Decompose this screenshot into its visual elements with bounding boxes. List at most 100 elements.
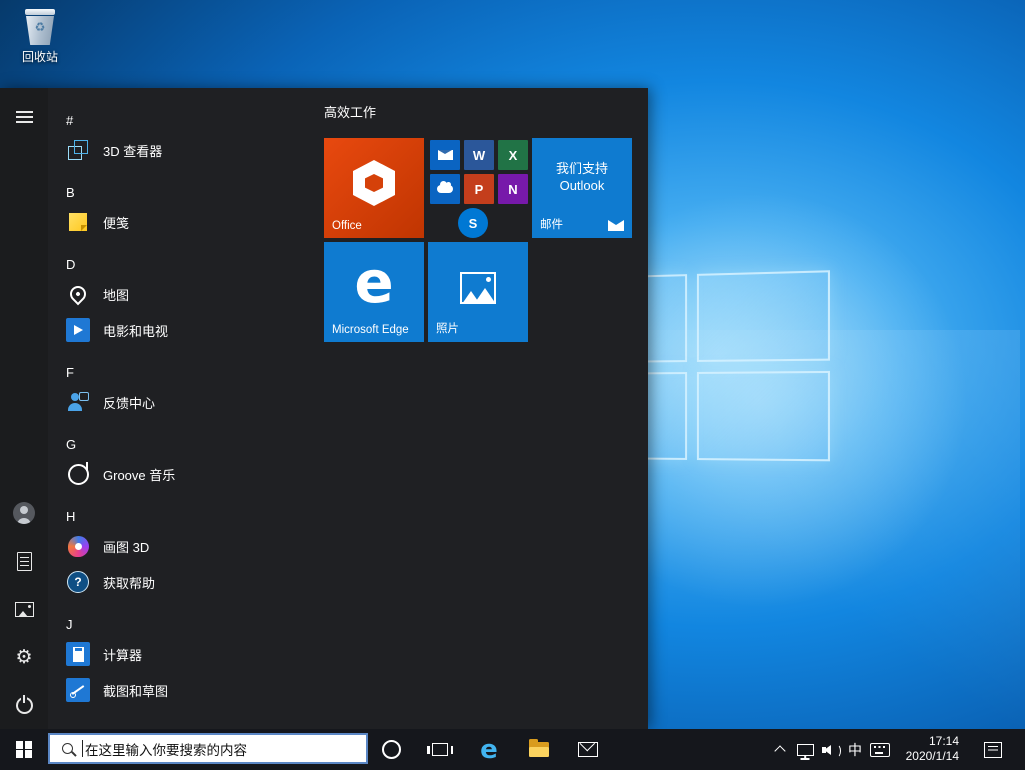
network-status-button[interactable] xyxy=(792,729,818,770)
hamburger-icon xyxy=(16,108,33,126)
app-item-label: 获取帮助 xyxy=(103,573,155,592)
skype-small-tile[interactable]: S xyxy=(458,208,488,238)
task-view-button[interactable] xyxy=(417,729,463,770)
app-item-3d-viewer[interactable]: 3D 查看器 xyxy=(64,132,310,168)
documents-button[interactable] xyxy=(0,537,48,585)
mail-small-tile[interactable] xyxy=(430,140,460,170)
app-section-d[interactable]: D xyxy=(66,252,296,276)
tile-label: 照片 xyxy=(436,320,459,336)
user-avatar-icon xyxy=(13,502,35,524)
mail-icon xyxy=(438,150,453,160)
microsoft-edge-tile[interactable]: e Microsoft Edge xyxy=(324,242,424,342)
section-letter: # xyxy=(66,113,73,128)
pictures-icon xyxy=(15,602,34,617)
outlook-tile-text: 我们支持 Outlook xyxy=(532,160,632,194)
excel-small-tile[interactable]: X xyxy=(498,140,528,170)
start-button[interactable] xyxy=(0,729,48,770)
onenote-small-tile[interactable]: N xyxy=(498,174,528,204)
tile-label: Office xyxy=(332,220,362,232)
get-help-icon xyxy=(67,571,89,593)
settings-button[interactable]: ⚙ xyxy=(0,633,48,681)
keyboard-icon xyxy=(870,743,890,757)
app-item-label: 地图 xyxy=(103,285,129,304)
office-apps-tile-group: W X P N S xyxy=(428,138,528,238)
text-cursor xyxy=(82,740,83,757)
action-center-button[interactable] xyxy=(975,729,1011,770)
section-letter: H xyxy=(66,509,75,524)
maps-icon xyxy=(67,283,90,306)
section-letter: J xyxy=(66,617,73,632)
clock-date: 2020/1/14 xyxy=(906,749,959,764)
speaker-icon xyxy=(822,743,840,757)
app-item-paint-3d[interactable]: 画图 3D xyxy=(64,528,310,564)
tray-overflow-button[interactable] xyxy=(768,729,792,770)
app-section-j[interactable]: J xyxy=(66,612,296,636)
office-logo-icon xyxy=(353,160,395,206)
onedrive-small-tile[interactable] xyxy=(430,174,460,204)
taskbar-search-box[interactable]: 在这里输入你要搜索的内容 xyxy=(48,733,368,764)
volume-button[interactable] xyxy=(818,729,844,770)
ime-keyboard-button[interactable] xyxy=(866,729,894,770)
app-section-b[interactable]: B xyxy=(66,180,296,204)
edge-taskbar-button[interactable]: e xyxy=(466,729,512,770)
app-item-sticky-notes[interactable]: 便笺 xyxy=(64,204,310,240)
mail-envelope-icon xyxy=(578,742,598,757)
start-menu-rail: ⚙ xyxy=(0,88,48,729)
user-account-button[interactable] xyxy=(0,489,48,537)
start-menu-app-list: # 3D 查看器 B 便笺 D 地图 电影和电视 F 反馈中心 xyxy=(48,88,324,729)
app-item-movies-tv[interactable]: 电影和电视 xyxy=(64,312,310,348)
powerpoint-small-tile[interactable]: P xyxy=(464,174,494,204)
section-letter: F xyxy=(66,365,74,380)
sticky-notes-icon xyxy=(69,213,87,231)
recycle-bin-shortcut[interactable]: ♻ 回收站 xyxy=(14,8,66,65)
small-tile-letter: N xyxy=(508,182,517,197)
app-item-label: 画图 3D xyxy=(103,537,149,556)
onedrive-cloud-icon xyxy=(437,185,453,193)
cortana-button[interactable] xyxy=(368,729,414,770)
clock[interactable]: 17:14 2020/1/14 xyxy=(906,734,959,764)
file-explorer-button[interactable] xyxy=(516,729,562,770)
expand-menu-button[interactable] xyxy=(0,93,48,141)
mail-taskbar-button[interactable] xyxy=(565,729,611,770)
app-item-snip-sketch[interactable]: 截图和草图 xyxy=(64,672,310,708)
app-item-calculator[interactable]: 计算器 xyxy=(64,636,310,672)
windows-logo-icon xyxy=(16,741,33,758)
small-tile-letter: W xyxy=(473,148,485,163)
app-item-get-help[interactable]: 获取帮助 xyxy=(64,564,310,600)
app-section-f[interactable]: F xyxy=(66,360,296,384)
clock-time: 17:14 xyxy=(906,734,959,749)
photos-icon xyxy=(460,272,496,304)
recycle-symbol-icon: ♻ xyxy=(24,21,56,33)
document-icon xyxy=(17,552,32,571)
gear-icon: ⚙ xyxy=(15,648,32,667)
app-item-label: 截图和草图 xyxy=(103,681,168,700)
app-section-h[interactable]: H xyxy=(66,504,296,528)
app-item-label: 反馈中心 xyxy=(103,393,155,412)
office-tile[interactable]: Office xyxy=(324,138,424,238)
feedback-hub-icon xyxy=(67,391,89,413)
recycle-bin-icon: ♻ xyxy=(24,8,56,46)
mail-envelope-icon xyxy=(608,220,624,231)
edge-icon: e xyxy=(480,737,498,763)
section-letter: B xyxy=(66,185,75,200)
movies-tv-icon xyxy=(66,318,90,342)
search-icon xyxy=(62,743,73,754)
tile-label: 邮件 xyxy=(540,216,563,232)
app-item-groove-music[interactable]: Groove 音乐 xyxy=(64,456,310,492)
app-section-g[interactable]: G xyxy=(66,432,296,456)
small-tile-letter: P xyxy=(475,182,484,197)
ime-language-button[interactable]: 中 xyxy=(844,729,866,770)
app-item-label: 计算器 xyxy=(103,645,142,664)
desktop: ♻ 回收站 ⚙ # xyxy=(0,0,1025,770)
pictures-button[interactable] xyxy=(0,585,48,633)
tile-group-header[interactable]: 高效工作 xyxy=(324,102,376,121)
photos-tile[interactable]: 照片 xyxy=(428,242,528,342)
groove-music-icon xyxy=(68,464,89,485)
app-item-label: 电影和电视 xyxy=(103,321,168,340)
app-section-hash[interactable]: # xyxy=(66,108,296,132)
word-small-tile[interactable]: W xyxy=(464,140,494,170)
outlook-mail-tile[interactable]: 我们支持 Outlook 邮件 xyxy=(532,138,632,238)
power-button[interactable] xyxy=(0,681,48,729)
app-item-maps[interactable]: 地图 xyxy=(64,276,310,312)
app-item-feedback-hub[interactable]: 反馈中心 xyxy=(64,384,310,420)
